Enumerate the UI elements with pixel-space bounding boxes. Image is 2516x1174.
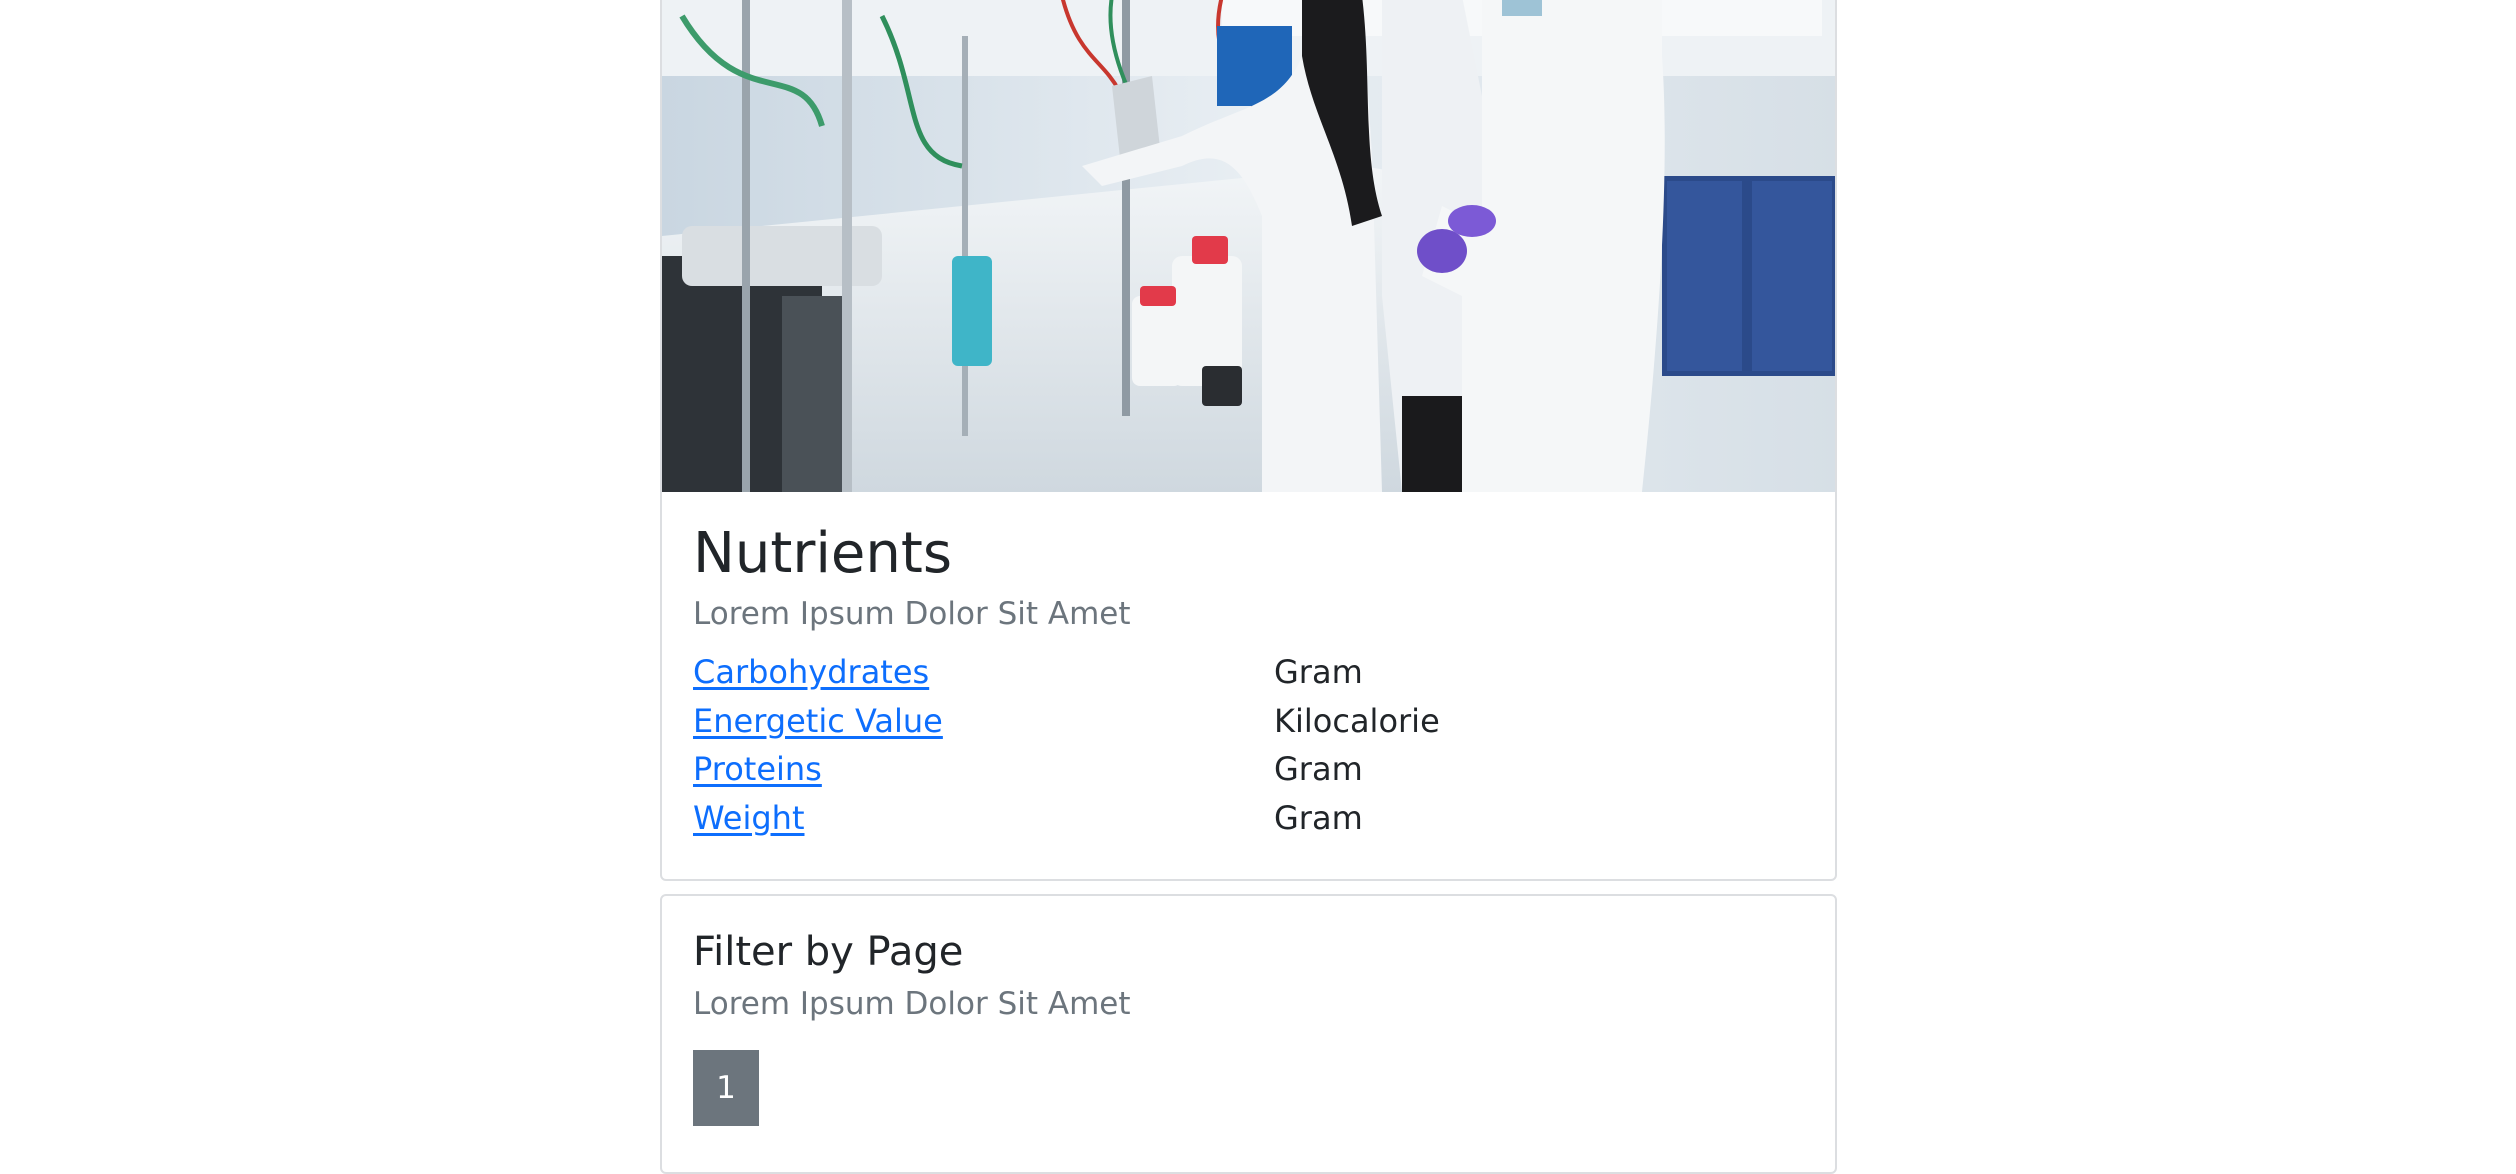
nutrient-row: Weight Gram [693, 796, 1808, 845]
nutrient-row: Carbohydrates Gram [693, 650, 1808, 699]
nutrients-subtitle: Lorem Ipsum Dolor Sit Amet [693, 596, 1131, 632]
nutrient-list: Carbohydrates Gram Energetic Value Kiloc… [693, 650, 1808, 844]
nutrient-row: Energetic Value Kilocalorie [693, 699, 1808, 748]
page-button-1[interactable]: 1 [693, 1050, 759, 1126]
nutrient-link-energetic-value[interactable]: Energetic Value [693, 699, 943, 743]
nutrient-unit: Kilocalorie [1274, 701, 1440, 740]
nutrient-link-carbohydrates[interactable]: Carbohydrates [693, 650, 929, 694]
filter-subtitle: Lorem Ipsum Dolor Sit Amet [693, 986, 1131, 1022]
nutrients-title: Nutrients [693, 521, 952, 586]
nutrient-row: Proteins Gram [693, 747, 1808, 796]
nutrients-card: Nutrients Lorem Ipsum Dolor Sit Amet Car… [660, 0, 1837, 881]
nutrient-link-proteins[interactable]: Proteins [693, 747, 822, 791]
nutrient-unit: Gram [1274, 798, 1363, 837]
nutrient-unit: Gram [1274, 653, 1363, 691]
filter-by-page-card: Filter by Page Lorem Ipsum Dolor Sit Ame… [660, 894, 1837, 1174]
filter-title: Filter by Page [693, 929, 964, 975]
nutrient-unit: Gram [1274, 750, 1363, 788]
nutrient-link-weight[interactable]: Weight [693, 796, 804, 840]
lab-hero-image [662, 0, 1835, 492]
